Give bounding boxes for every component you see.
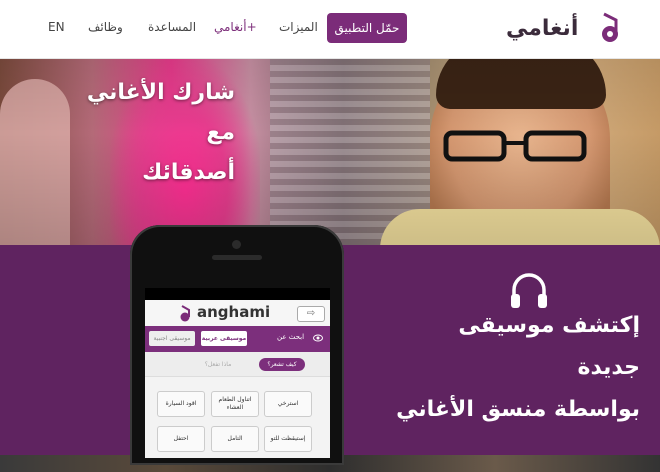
search-about-label: ابحث عن <box>277 333 305 341</box>
feature-title-line-2: بواسطة منسق الأغاني <box>396 397 640 422</box>
app-tabs: ماذا تفعل؟ كيف تشعر؟ <box>145 352 330 377</box>
anghami-logo-icon <box>180 305 190 322</box>
hero-title: شارك الأغاني مع أصدقائك <box>55 73 235 193</box>
mood-dinner[interactable]: اتناول الطعام العشاء <box>211 391 259 417</box>
mood-meditate[interactable]: التامل <box>211 426 259 452</box>
nav-features[interactable]: الميزات <box>279 20 318 34</box>
mood-relax[interactable]: استرخي <box>264 391 312 417</box>
phone-speaker <box>212 255 262 260</box>
mood-driving[interactable]: اقود السيارة <box>157 391 205 417</box>
feature-title-line-1: إكتشف موسيقى جديدة <box>458 313 640 380</box>
app-toolbar: موسيقى اجنبية موسيقى عربية ابحث عن <box>145 326 330 352</box>
hero-title-line-1: شارك الأغاني مع <box>86 80 235 145</box>
eye-icon <box>313 334 323 342</box>
headphones-icon <box>511 273 547 308</box>
tab-how-feel[interactable]: كيف تشعر؟ <box>259 358 305 371</box>
nav-jobs[interactable]: وظائف <box>88 20 123 34</box>
anghami-logo-icon <box>602 12 618 42</box>
brand-name: أنغامي <box>506 16 579 41</box>
chip-arabic-music[interactable]: موسيقى عربية <box>201 331 247 346</box>
nav-help[interactable]: المساعدة <box>148 20 196 34</box>
nav-language-en[interactable]: EN <box>48 20 65 34</box>
top-navigation: EN وظائف المساعدة أنغامي+ الميزات حمّل ا… <box>0 0 660 59</box>
phone-camera <box>232 240 241 249</box>
mood-celebrate[interactable]: احتفل <box>157 426 205 452</box>
feature-title: إكتشف موسيقى جديدة بواسطة منسق الأغاني <box>390 305 640 431</box>
app-header: anghami ⇨ <box>145 300 330 327</box>
chip-foreign-music[interactable]: موسيقى اجنبية <box>149 331 195 346</box>
download-app-button[interactable]: حمّل التطبيق <box>327 13 407 43</box>
hero-banner: شارك الأغاني مع أصدقائك <box>0 59 660 245</box>
back-button[interactable]: ⇨ <box>297 306 325 322</box>
hero-title-line-2: أصدقائك <box>142 160 235 185</box>
tab-what-doing[interactable]: ماذا تفعل؟ <box>195 358 241 371</box>
status-bar <box>145 288 330 300</box>
brand-logo[interactable]: أنغامي <box>506 10 624 48</box>
nav-anghami-plus[interactable]: أنغامي+ <box>214 20 257 34</box>
phone-screen: anghami ⇨ موسيقى اجنبية موسيقى عربية ابح… <box>145 288 330 458</box>
mood-woke-up[interactable]: إستيقظت للتو <box>264 426 312 452</box>
app-logo-text: anghami <box>197 303 271 321</box>
